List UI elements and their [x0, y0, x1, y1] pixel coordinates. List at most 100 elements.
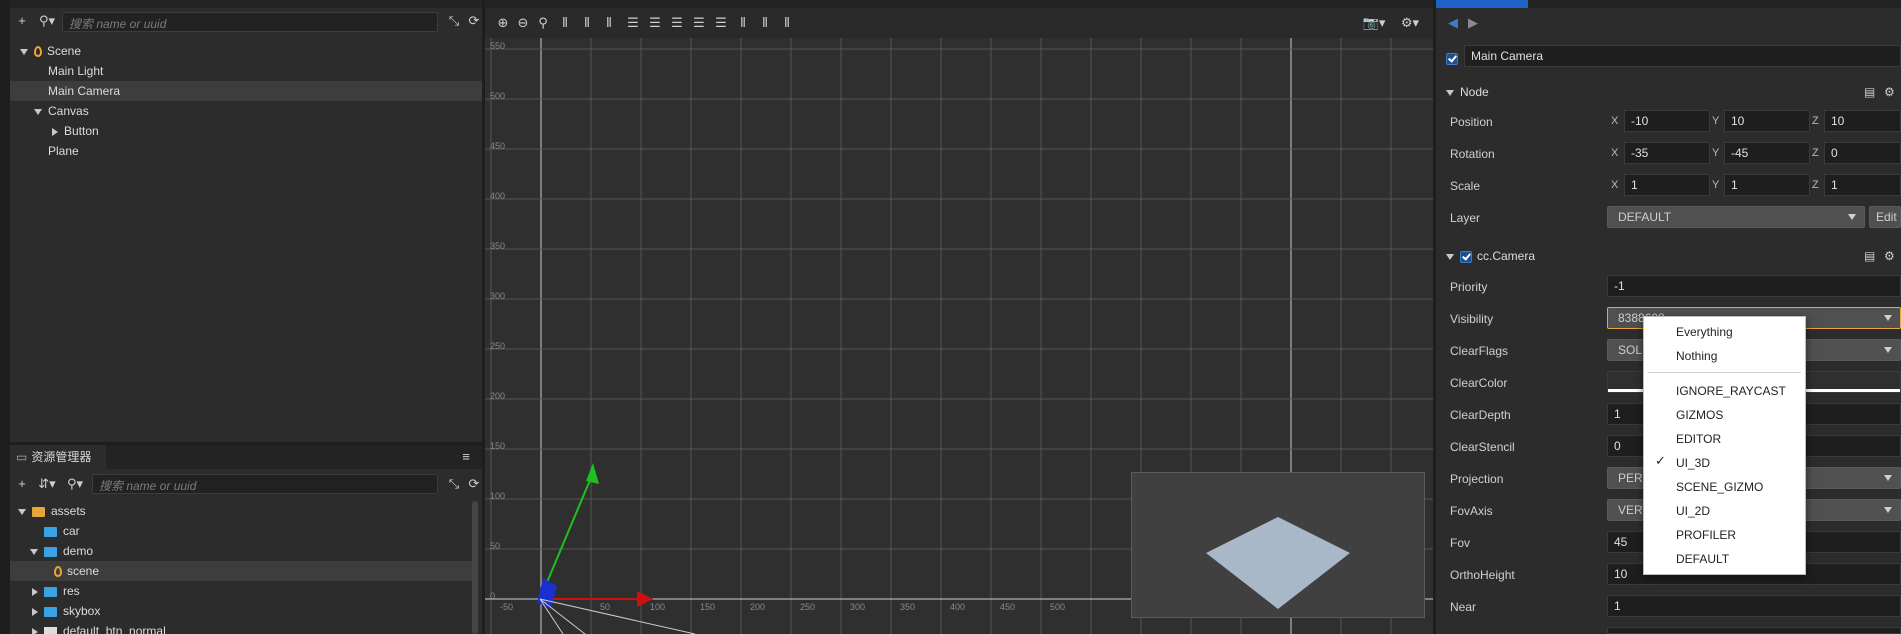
node-active-checkbox[interactable]: [1446, 52, 1458, 65]
forward-arrow-icon[interactable]: ▶: [1466, 14, 1480, 32]
align-top-icon[interactable]: ☰: [625, 14, 641, 32]
position-y-input[interactable]: 10: [1724, 110, 1810, 132]
tree-item-button[interactable]: Button: [10, 121, 482, 141]
layer-edit-button[interactable]: Edit: [1869, 206, 1901, 228]
zoom-fit-icon[interactable]: ⚲: [535, 14, 551, 32]
scale-x-input[interactable]: 1: [1624, 174, 1710, 196]
hierarchy-search-input[interactable]: 搜索 name or uuid: [62, 12, 438, 32]
hierarchy-panel: + ⚲▾ 搜索 name or uuid ⤡ ⟳ Scene Main Ligh…: [10, 0, 482, 442]
asset-item-car[interactable]: car: [10, 521, 472, 541]
zoom-in-icon[interactable]: ⊕: [495, 14, 511, 32]
menu-item-nothing[interactable]: Nothing: [1676, 349, 1717, 363]
menu-item-ignore-raycast[interactable]: IGNORE_RAYCAST: [1676, 384, 1786, 398]
scale-z-input[interactable]: 1: [1824, 174, 1901, 196]
folder-icon: [32, 506, 45, 517]
collapse-all-icon[interactable]: ⤡: [446, 12, 462, 30]
tree-item-canvas[interactable]: Canvas: [10, 101, 482, 121]
asset-item-demo[interactable]: demo: [10, 541, 472, 561]
gear-icon[interactable]: ⚙▾: [1397, 14, 1423, 32]
add-node-button[interactable]: +: [14, 12, 30, 30]
expand-arrow-icon[interactable]: [1446, 253, 1454, 260]
rotation-y-input[interactable]: -45: [1724, 142, 1810, 164]
menu-item-ui-3d[interactable]: UI_3D: [1676, 456, 1710, 470]
camera-help-book-icon[interactable]: ▤: [1864, 243, 1875, 269]
near-input[interactable]: 1: [1607, 595, 1901, 617]
zoom-out-icon[interactable]: ⊖: [515, 14, 531, 32]
folder-icon: [44, 526, 57, 537]
rotation-z-input[interactable]: 0: [1824, 142, 1901, 164]
refresh-assets-icon[interactable]: ⟳: [466, 475, 482, 493]
node-section-header[interactable]: Node ▤ ⚙: [1436, 79, 1901, 105]
position-x-axis: X: [1611, 115, 1619, 127]
expand-arrow-icon[interactable]: [18, 508, 26, 515]
tree-item-main-camera[interactable]: Main Camera: [10, 81, 482, 101]
far-input-partial[interactable]: [1607, 627, 1901, 634]
distribute-left-icon[interactable]: ⫴: [735, 14, 751, 32]
cleardepth-label: ClearDepth: [1450, 408, 1511, 422]
align-center-h-icon[interactable]: ⫴: [579, 14, 595, 32]
menu-item-editor[interactable]: EDITOR: [1676, 432, 1721, 446]
scale-y-input[interactable]: 1: [1724, 174, 1810, 196]
assets-tab[interactable]: ▭ 资源管理器: [10, 445, 106, 469]
menu-item-default[interactable]: DEFAULT: [1676, 552, 1729, 566]
align-middle-icon[interactable]: ☰: [647, 14, 663, 32]
expand-arrow-icon[interactable]: [1446, 89, 1454, 96]
asset-search-filter-button[interactable]: ⚲▾: [64, 475, 86, 493]
sort-button[interactable]: ⇵▾: [36, 475, 58, 493]
distribute-top-icon[interactable]: ☰: [691, 14, 707, 32]
back-arrow-icon[interactable]: ◀: [1446, 14, 1460, 32]
collapsed-arrow-icon[interactable]: [32, 627, 38, 634]
position-x-input[interactable]: -10: [1624, 110, 1710, 132]
menu-item-profiler[interactable]: PROFILER: [1676, 528, 1736, 542]
align-left-icon[interactable]: ⫴: [557, 14, 573, 32]
distribute-right-icon[interactable]: ⫴: [779, 14, 795, 32]
asset-item-scene[interactable]: scene: [10, 561, 472, 581]
menu-item-ui-2d[interactable]: UI_2D: [1676, 504, 1710, 518]
camera-section-header[interactable]: cc.Camera ▤ ⚙: [1436, 243, 1901, 269]
collapsed-arrow-icon[interactable]: [52, 127, 58, 136]
tree-item-scene[interactable]: Scene: [10, 41, 482, 61]
assets-search-input[interactable]: 搜索 name or uuid: [92, 474, 438, 494]
distribute-center-icon[interactable]: ⫴: [757, 14, 773, 32]
asset-item-default-btn-normal[interactable]: default_btn_normal: [10, 621, 472, 634]
distribute-middle-icon[interactable]: ☰: [713, 14, 729, 32]
assets-scrollbar[interactable]: [472, 501, 478, 634]
search-filter-button[interactable]: ⚲▾: [36, 12, 58, 30]
collapsed-arrow-icon[interactable]: [32, 607, 38, 616]
rotation-label: Rotation: [1450, 147, 1495, 161]
expand-arrow-icon[interactable]: [30, 548, 38, 555]
expand-arrow-icon[interactable]: [20, 48, 28, 55]
rotation-x-input[interactable]: -35: [1624, 142, 1710, 164]
inspector-tab-active[interactable]: [1436, 0, 1528, 8]
menu-item-scene-gizmo[interactable]: SCENE_GIZMO: [1676, 480, 1763, 494]
align-right-icon[interactable]: ⫴: [601, 14, 617, 32]
add-asset-button[interactable]: +: [14, 475, 30, 493]
collapsed-arrow-icon[interactable]: [32, 587, 38, 596]
assets-tab-bar: ▭ 资源管理器 ≡: [10, 445, 482, 469]
menu-item-everything[interactable]: Everything: [1676, 325, 1733, 339]
position-z-input[interactable]: 10: [1824, 110, 1901, 132]
asset-item-skybox[interactable]: skybox: [10, 601, 472, 621]
menu-icon[interactable]: ≡: [458, 448, 474, 466]
tree-item-plane[interactable]: Plane: [10, 141, 482, 161]
priority-input[interactable]: -1: [1607, 275, 1901, 297]
camera-icon[interactable]: 📷▾: [1361, 14, 1387, 32]
align-bottom-icon[interactable]: ☰: [669, 14, 685, 32]
grid-x-label: -50: [500, 602, 513, 612]
collapse-assets-icon[interactable]: ⤡: [446, 475, 462, 493]
section-gear-icon[interactable]: ⚙: [1884, 79, 1895, 105]
asset-item-res[interactable]: res: [10, 581, 472, 601]
menu-item-gizmos[interactable]: GIZMOS: [1676, 408, 1723, 422]
expand-arrow-icon[interactable]: [34, 108, 42, 115]
help-book-icon[interactable]: ▤: [1864, 79, 1875, 105]
hierarchy-tab-bar: [10, 0, 482, 8]
asset-item-assets[interactable]: assets: [10, 501, 472, 521]
tree-item-main-light[interactable]: Main Light: [10, 61, 482, 81]
refresh-icon[interactable]: ⟳: [466, 12, 482, 30]
camera-enabled-checkbox[interactable]: [1460, 250, 1472, 263]
layer-select[interactable]: DEFAULT: [1607, 206, 1865, 228]
camera-gear-icon[interactable]: ⚙: [1884, 243, 1895, 269]
node-name-input[interactable]: Main Camera: [1464, 45, 1901, 67]
image-icon: [44, 626, 57, 634]
grid-x-label: 150: [700, 602, 715, 612]
